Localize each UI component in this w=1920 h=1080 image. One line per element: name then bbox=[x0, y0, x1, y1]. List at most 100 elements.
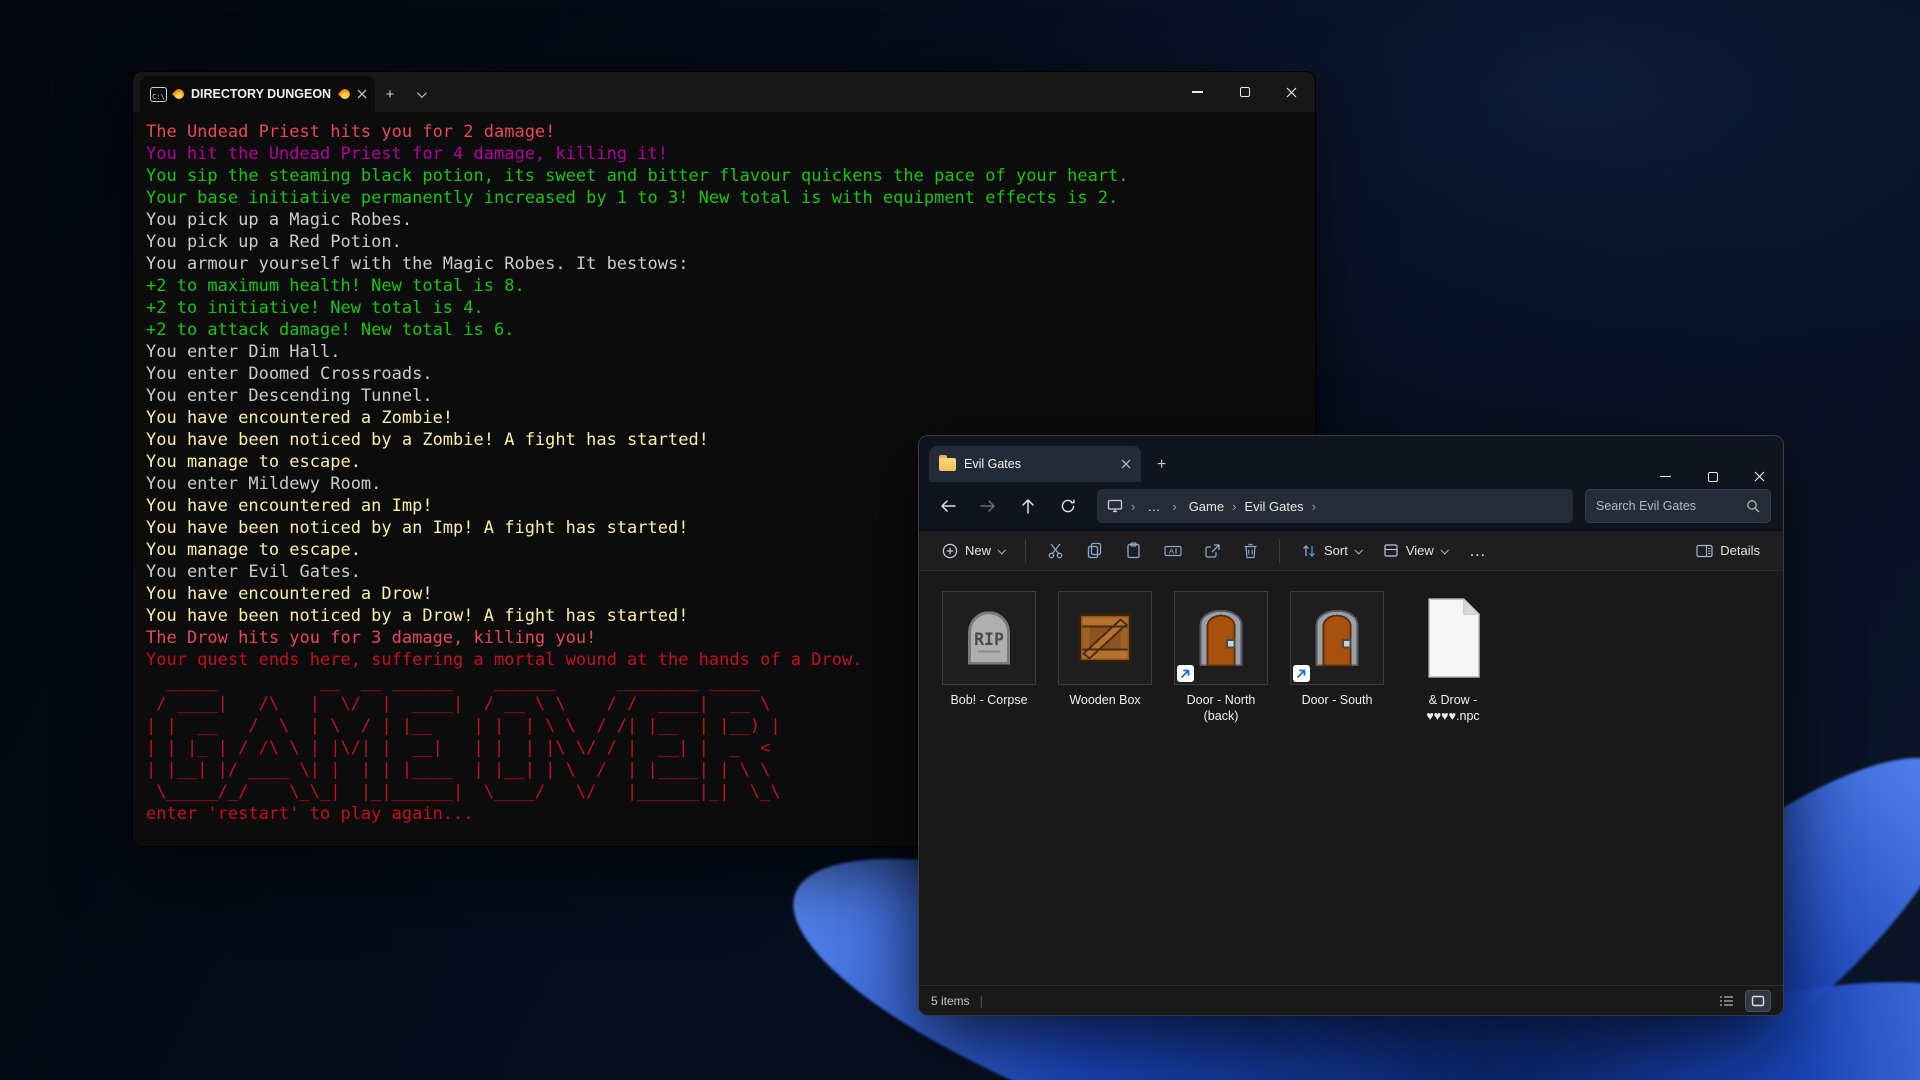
terminal-line: / ____| /\ | \/ | ____| / __ \ \ / / ___… bbox=[146, 694, 791, 714]
file-label: Door - South bbox=[1302, 692, 1373, 708]
explorer-new-tab-button[interactable]: + bbox=[1157, 456, 1166, 474]
file-item[interactable]: RIPBob! - Corpse bbox=[937, 591, 1041, 708]
more-button[interactable]: … bbox=[1460, 535, 1496, 567]
forward-button[interactable] bbox=[971, 490, 1005, 522]
minimize-icon bbox=[1660, 476, 1671, 477]
terminal-line: You manage to escape. bbox=[146, 540, 361, 560]
terminal-line: Your base initiative permanently increas… bbox=[146, 188, 1118, 208]
terminal-tab-dropdown-button[interactable] bbox=[405, 76, 435, 112]
terminal-tab-title: DIRECTORY DUNGEON bbox=[191, 87, 333, 101]
close-icon bbox=[1286, 87, 1297, 98]
new-button[interactable]: New bbox=[933, 537, 1013, 565]
paste-button[interactable] bbox=[1116, 536, 1151, 565]
terminal-maximize-button[interactable] bbox=[1221, 72, 1268, 112]
search-input[interactable]: Search Evil Gates bbox=[1585, 489, 1771, 523]
close-icon bbox=[1754, 471, 1765, 482]
rename-button[interactable]: A bbox=[1155, 537, 1191, 565]
maximize-icon bbox=[1240, 87, 1250, 97]
explorer-close-button[interactable] bbox=[1736, 471, 1783, 482]
terminal-line: You have been noticed by a Drow! A fight… bbox=[146, 606, 688, 626]
maximize-icon bbox=[1708, 472, 1718, 482]
terminal-line: You hit the Undead Priest for 4 damage, … bbox=[146, 144, 668, 164]
large-icons-view-toggle[interactable] bbox=[1745, 990, 1771, 1012]
terminal-line: You enter Dim Hall. bbox=[146, 342, 340, 362]
file-label: & Drow - ♥♥♥♥.npc bbox=[1401, 692, 1505, 725]
breadcrumb-ellipsis[interactable]: … bbox=[1143, 497, 1164, 516]
explorer-minimize-button[interactable] bbox=[1642, 471, 1689, 482]
refresh-button[interactable] bbox=[1051, 490, 1085, 522]
explorer-status-bar: 5 items | bbox=[919, 985, 1783, 1015]
cmd-icon: C:\ bbox=[150, 87, 167, 102]
view-button-label: View bbox=[1406, 543, 1434, 558]
copy-icon bbox=[1086, 542, 1103, 559]
up-button[interactable] bbox=[1011, 490, 1045, 522]
terminal-line: You armour yourself with the Magic Robes… bbox=[146, 254, 688, 274]
breadcrumb[interactable]: › … › Game›Evil Gates› bbox=[1097, 489, 1573, 523]
terminal-line: enter 'restart' to play again... bbox=[146, 804, 474, 824]
file-thumbnail[interactable] bbox=[1058, 591, 1152, 685]
folder-icon bbox=[939, 458, 956, 471]
explorer-tab-bar[interactable]: Evil Gates + bbox=[919, 436, 1783, 482]
wooden-crate-icon bbox=[1070, 603, 1140, 673]
delete-button[interactable] bbox=[1234, 537, 1267, 565]
explorer-file-area[interactable]: RIPBob! - Corpse Wooden Box Door - North (… bbox=[919, 571, 1783, 985]
terminal-close-button[interactable] bbox=[1268, 72, 1315, 112]
arrow-right-icon bbox=[980, 499, 996, 513]
terminal-titlebar[interactable]: C:\ DIRECTORY DUNGEON + bbox=[133, 72, 1315, 112]
new-button-label: New bbox=[965, 543, 991, 558]
terminal-line: You sip the steaming black potion, its s… bbox=[146, 166, 1129, 186]
file-item[interactable]: Door - South bbox=[1285, 591, 1389, 708]
sort-icon bbox=[1301, 543, 1317, 559]
terminal-line: You enter Descending Tunnel. bbox=[146, 386, 433, 406]
new-plus-icon bbox=[942, 543, 958, 559]
arrow-left-icon bbox=[940, 499, 956, 513]
file-thumbnail[interactable] bbox=[1406, 591, 1500, 685]
terminal-line: \_____/_/ \_\_| |_|______| \____/ \/ |__… bbox=[146, 782, 791, 802]
breadcrumb-item[interactable]: Evil Gates bbox=[1240, 497, 1307, 516]
file-thumbnail[interactable]: RIP bbox=[942, 591, 1036, 685]
terminal-line: You have been noticed by an Imp! A fight… bbox=[146, 518, 688, 538]
back-button[interactable] bbox=[931, 490, 965, 522]
tombstone-icon: RIP bbox=[954, 603, 1024, 673]
breadcrumb-item[interactable]: Game bbox=[1185, 497, 1228, 516]
trash-icon bbox=[1243, 543, 1258, 559]
copy-button[interactable] bbox=[1077, 536, 1112, 565]
details-view-icon bbox=[1719, 995, 1734, 1007]
file-thumbnail[interactable] bbox=[1290, 591, 1384, 685]
explorer-tab-close-icon[interactable] bbox=[1121, 459, 1131, 469]
terminal-line: You have encountered a Drow! bbox=[146, 584, 433, 604]
toolbar-separator bbox=[1025, 539, 1026, 563]
view-button[interactable]: View bbox=[1374, 537, 1456, 564]
file-item[interactable]: Wooden Box bbox=[1053, 591, 1157, 708]
cut-button[interactable] bbox=[1038, 536, 1073, 565]
file-item[interactable]: Door - North (back) bbox=[1169, 591, 1273, 725]
refresh-icon bbox=[1060, 498, 1076, 514]
explorer-command-bar: New A Sort View bbox=[919, 530, 1783, 571]
minimize-icon bbox=[1192, 91, 1203, 92]
chevron-down-icon bbox=[1440, 546, 1448, 554]
terminal-line: You enter Evil Gates. bbox=[146, 562, 361, 582]
terminal-line: You manage to escape. bbox=[146, 452, 361, 472]
terminal-tab-close-icon[interactable] bbox=[357, 89, 367, 99]
terminal-line: You have encountered a Zombie! bbox=[146, 408, 453, 428]
file-label: Wooden Box bbox=[1069, 692, 1140, 708]
terminal-line: | | __ / \ | \ / | |__ | | | \ \ / /| |_… bbox=[146, 716, 791, 736]
file-thumbnail[interactable] bbox=[1174, 591, 1268, 685]
details-button[interactable]: Details bbox=[1687, 537, 1769, 564]
share-button[interactable] bbox=[1195, 537, 1230, 565]
file-item[interactable]: & Drow - ♥♥♥♥.npc bbox=[1401, 591, 1505, 725]
terminal-tab[interactable]: C:\ DIRECTORY DUNGEON bbox=[140, 76, 375, 112]
details-view-toggle[interactable] bbox=[1713, 990, 1739, 1012]
sort-button[interactable]: Sort bbox=[1292, 537, 1370, 565]
flame-icon bbox=[172, 87, 186, 101]
breadcrumb-chevron: › bbox=[1308, 499, 1320, 514]
large-icons-view-icon bbox=[1751, 995, 1765, 1007]
breadcrumb-chevron: › bbox=[1228, 499, 1240, 514]
terminal-minimize-button[interactable] bbox=[1174, 72, 1221, 112]
terminal-line: You enter Doomed Crossroads. bbox=[146, 364, 433, 384]
terminal-new-tab-button[interactable]: + bbox=[375, 76, 405, 112]
explorer-maximize-button[interactable] bbox=[1689, 471, 1736, 482]
terminal-line: You enter Mildewy Room. bbox=[146, 474, 381, 494]
explorer-tab[interactable]: Evil Gates bbox=[929, 446, 1141, 482]
search-icon bbox=[1746, 499, 1760, 513]
